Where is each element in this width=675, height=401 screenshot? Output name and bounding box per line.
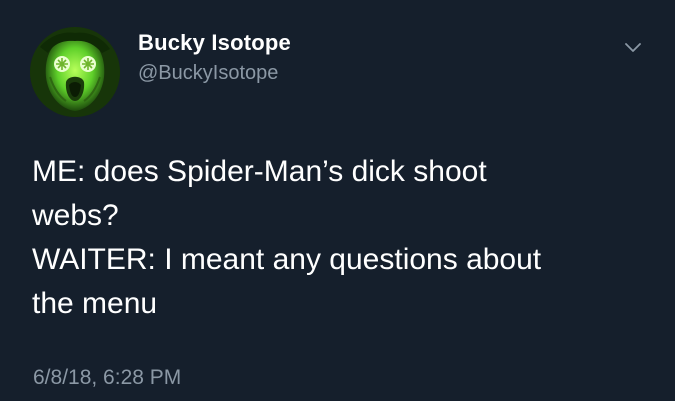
green-face-avatar-icon	[30, 27, 120, 117]
tweet-timestamp[interactable]: 6/8/18, 6:28 PM	[33, 366, 181, 390]
tweet-card: Bucky Isotope @BuckyIsotope ME: does Spi…	[0, 0, 675, 401]
chevron-down-icon[interactable]	[622, 36, 644, 58]
author-display-name[interactable]: Bucky Isotope	[138, 30, 291, 56]
tweet-body: ME: does Spider-Man’s dick shoot webs? W…	[32, 150, 652, 326]
tweet-text-line: the menu	[32, 287, 158, 320]
tweet-text-line: WAITER: I meant any questions about	[32, 243, 542, 276]
avatar[interactable]	[30, 27, 120, 117]
tweet-text-line: webs?	[32, 199, 119, 232]
author-handle[interactable]: @BuckyIsotope	[138, 62, 278, 85]
tweet-text-line: ME: does Spider-Man’s dick shoot	[32, 155, 487, 188]
